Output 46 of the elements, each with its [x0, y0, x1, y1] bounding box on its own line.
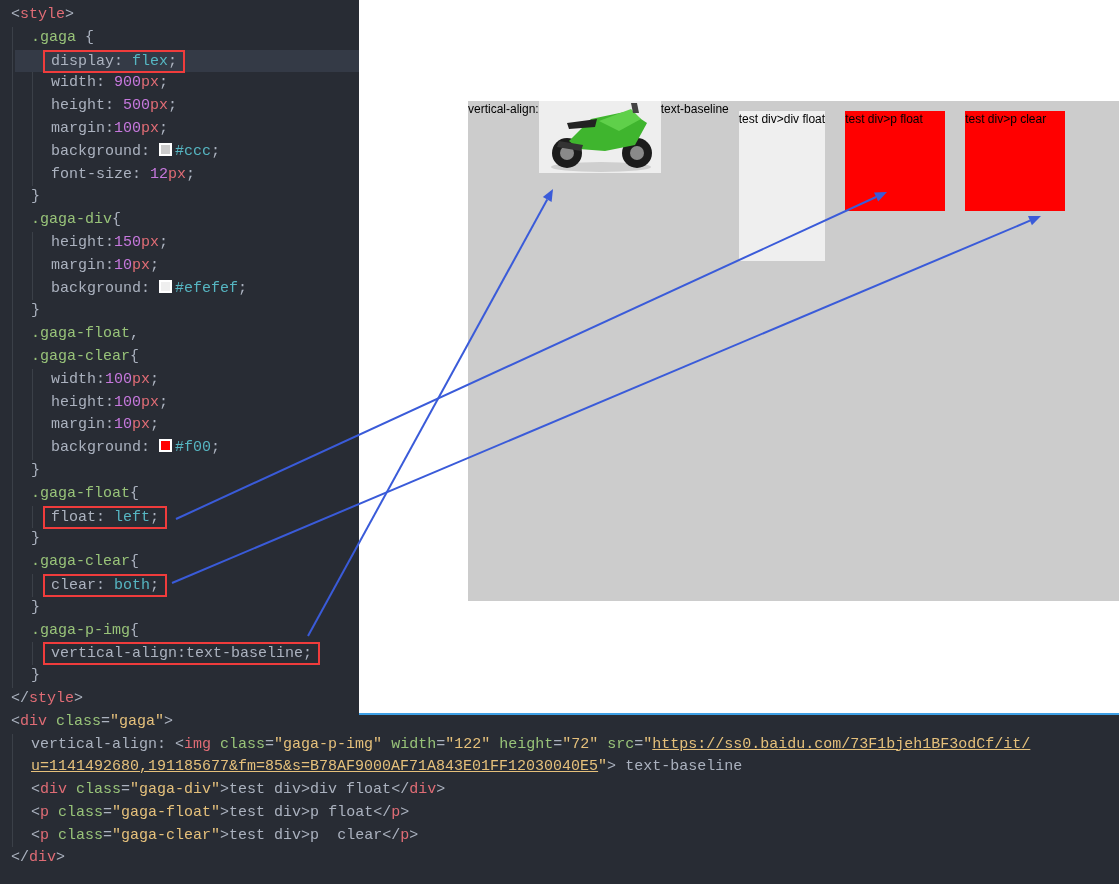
- code-line: .gaga-div{: [31, 211, 122, 229]
- demo-paragraph: test div>p clear: [965, 111, 1066, 211]
- code-line: background:: [51, 279, 152, 297]
- code-line: }: [31, 598, 40, 616]
- code-line: <style>: [11, 6, 75, 23]
- code-line: .gaga-clear{: [31, 347, 140, 365]
- demo-div: test div>div float: [738, 111, 826, 261]
- code-line: .gaga-float{: [31, 484, 140, 502]
- code-line: background:: [51, 439, 152, 457]
- code-line: height:100px;: [51, 393, 169, 411]
- code-line: #ccc;: [175, 142, 221, 160]
- demo-paragraph: test div>p float: [845, 111, 946, 211]
- code-line: background:: [51, 142, 152, 160]
- code-line: width:100px;: [51, 370, 160, 388]
- code-line: <p class="gaga-clear">test div>p clear</p>: [31, 826, 419, 844]
- code-line: .gaga-float,: [31, 325, 140, 343]
- code-line: </div>: [11, 849, 66, 867]
- code-line: .gaga-clear{: [31, 553, 140, 571]
- code-line: }: [31, 302, 40, 320]
- code-line: u=1141492680,191185677&fm=85&s=B78AF9000AF71A843E01FF12030040E5"> text-baseline: [31, 758, 743, 776]
- inline-text: vertical-align:: [468, 101, 539, 117]
- code-line: width: 900px;: [51, 74, 169, 92]
- code-line: margin:10px;: [51, 416, 160, 434]
- inline-text: text-baseline: [660, 101, 729, 117]
- code-line: }: [31, 530, 40, 548]
- code-line: margin:100px;: [51, 120, 169, 137]
- code-line: font-size: 12px;: [51, 165, 196, 183]
- code-line: <div class="gaga-div">test div>div float</div>: [31, 781, 446, 799]
- code-line: }: [31, 667, 40, 685]
- code-line: #efefef;: [175, 279, 248, 297]
- code-line: margin:10px;: [51, 256, 160, 274]
- code-line: }: [31, 188, 40, 206]
- code-line: <p class="gaga-float">test div>p float</p>: [31, 803, 410, 821]
- code-line: float: left;: [51, 508, 160, 526]
- code-line: </style>: [11, 689, 84, 707]
- code-line: .gaga {: [31, 28, 95, 46]
- code-line: #f00;: [175, 439, 221, 457]
- code-line: .gaga-p-img{: [31, 621, 140, 639]
- code-line: display: flex;: [51, 52, 178, 70]
- code-line: vertical-align:text-baseline;: [51, 645, 313, 663]
- code-line: clear: both;: [51, 576, 160, 594]
- code-line: height: 500px;: [51, 97, 178, 115]
- code-line: }: [31, 461, 40, 479]
- code-line: height:150px;: [51, 233, 169, 251]
- code-line: vertical-align: <img class="gaga-p-img" width="122" height="72" src="https://ss0.baidu.com/73F1bjeh1BF3odCf/it/: [31, 735, 1031, 753]
- code-line: <div class="gaga">: [11, 712, 174, 730]
